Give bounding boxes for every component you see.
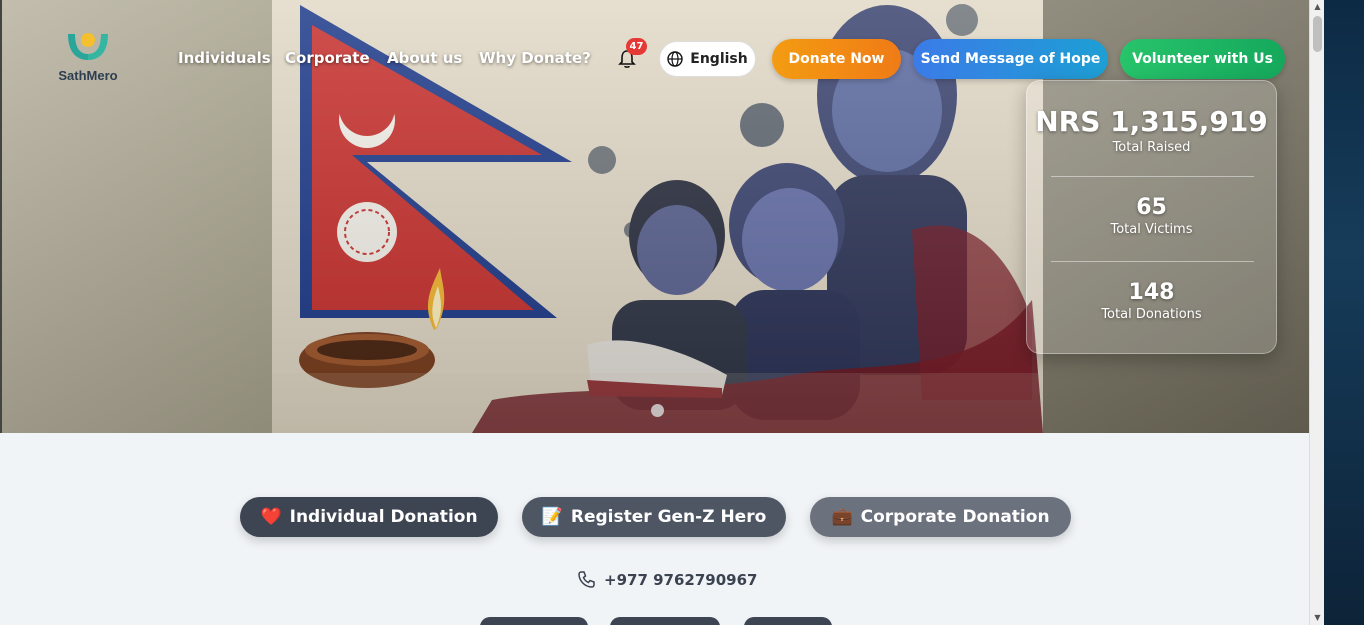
partial-button[interactable]: [480, 617, 588, 625]
notification-badge: 47: [626, 38, 647, 55]
brand-logo[interactable]: SathMero: [52, 28, 124, 88]
browser-viewport: SathMero Individuals Corporate About us …: [0, 0, 1309, 625]
logo-icon: [68, 33, 108, 60]
corporate-donation-label: Corporate Donation: [860, 507, 1050, 527]
stat-label: Total Donations: [1101, 307, 1202, 322]
nav-individuals[interactable]: Individuals: [178, 49, 271, 67]
corporate-donation-button[interactable]: 💼 Corporate Donation: [810, 497, 1071, 537]
vertical-scrollbar[interactable]: ▲ ▼: [1309, 0, 1324, 625]
individual-donation-label: Individual Donation: [289, 507, 478, 527]
contact-phone[interactable]: +977 9762790967: [577, 570, 757, 589]
divider: [1051, 261, 1254, 262]
individual-donation-button[interactable]: ❤️ Individual Donation: [240, 497, 498, 537]
desktop-background: [1324, 0, 1364, 625]
globe-icon: [667, 51, 683, 67]
phone-number: +977 9762790967: [604, 570, 758, 589]
stat-value: 65: [1136, 195, 1167, 220]
scroll-thumb[interactable]: [1313, 16, 1322, 52]
memo-icon: 📝: [541, 507, 563, 527]
partial-button[interactable]: [610, 617, 720, 625]
brand-name: SathMero: [58, 68, 118, 83]
donate-now-button[interactable]: Donate Now: [772, 39, 901, 79]
carousel-dot[interactable]: [651, 404, 664, 417]
stat-label: Total Raised: [1112, 140, 1191, 155]
divider: [1051, 176, 1254, 177]
stat-total-victims: 65 Total Victims: [1027, 195, 1276, 237]
volunteer-button[interactable]: Volunteer with Us: [1120, 39, 1285, 79]
language-label: English: [690, 51, 748, 67]
register-hero-label: Register Gen-Z Hero: [570, 507, 767, 527]
briefcase-icon: 💼: [831, 507, 853, 527]
scroll-up-arrow-icon[interactable]: ▲: [1310, 0, 1325, 14]
stat-total-raised: NRS 1,315,919 Total Raised: [1027, 105, 1276, 155]
scroll-down-arrow-icon[interactable]: ▼: [1310, 611, 1325, 625]
send-message-button[interactable]: Send Message of Hope: [913, 39, 1108, 79]
stat-value: NRS 1,315,919: [1035, 105, 1268, 138]
stats-card: NRS 1,315,919 Total Raised 65 Total Vict…: [1026, 80, 1277, 354]
nav-corporate[interactable]: Corporate: [285, 49, 370, 67]
register-hero-button[interactable]: 📝 Register Gen-Z Hero: [522, 497, 786, 537]
phone-icon: [578, 571, 595, 588]
stat-value: 148: [1128, 280, 1175, 305]
stat-label: Total Victims: [1110, 222, 1193, 237]
nav-about-us[interactable]: About us: [387, 49, 462, 67]
partial-button[interactable]: [744, 617, 832, 625]
language-selector[interactable]: English: [659, 41, 756, 77]
stat-total-donations: 148 Total Donations: [1027, 280, 1276, 322]
nav-why-donate[interactable]: Why Donate?: [479, 49, 591, 67]
heart-icon: ❤️: [260, 507, 282, 527]
